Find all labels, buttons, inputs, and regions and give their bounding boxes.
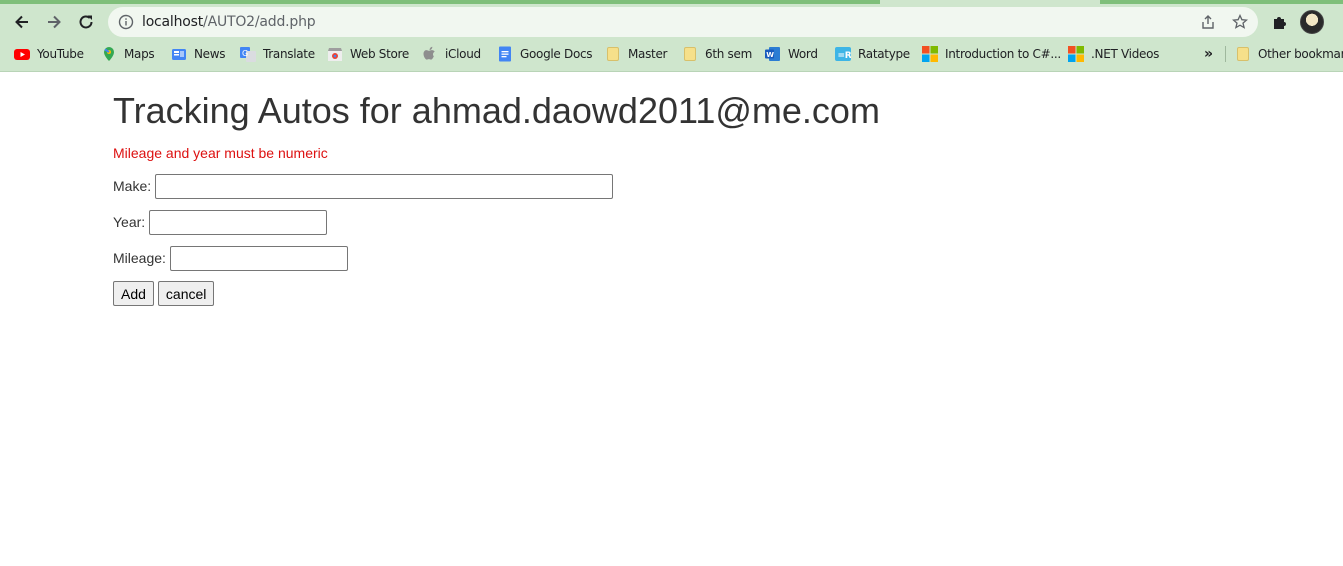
mileage-label: Mileage: bbox=[113, 250, 166, 266]
error-message: Mileage and year must be numeric bbox=[113, 145, 328, 161]
apple-icon bbox=[422, 46, 438, 62]
bookmark-label: Introduction to C#... bbox=[945, 47, 1061, 61]
toolbar: localhost/AUTO2/add.php bbox=[0, 4, 1343, 40]
bookmark-label: Web Store bbox=[350, 47, 409, 61]
make-label: Make: bbox=[113, 178, 152, 194]
bookmark-ratatype[interactable]: =R Ratatype bbox=[835, 44, 910, 64]
bookmark-label: Translate bbox=[263, 47, 315, 61]
url-host: localhost bbox=[142, 14, 204, 30]
bookmark-folder-master[interactable]: Master bbox=[605, 44, 667, 64]
page-title: Tracking Autos for ahmad.daowd2011@me.co… bbox=[113, 90, 880, 131]
bookmark-label: Word bbox=[788, 47, 818, 61]
back-button[interactable] bbox=[8, 8, 36, 36]
profile-avatar[interactable] bbox=[1300, 10, 1324, 34]
youtube-icon bbox=[14, 46, 30, 62]
overflow-chevron-icon: » bbox=[1204, 46, 1213, 62]
bookmark-icloud[interactable]: iCloud bbox=[422, 44, 481, 64]
make-input[interactable] bbox=[155, 173, 614, 199]
web-store-icon bbox=[327, 46, 343, 62]
bookmark-label: 6th sem bbox=[705, 47, 752, 61]
puzzle-icon bbox=[1274, 17, 1286, 29]
translate-icon: G bbox=[240, 46, 256, 62]
ratatype-icon: =R bbox=[835, 46, 852, 62]
folder-icon bbox=[1235, 46, 1251, 62]
bookmark-folder-6th-sem[interactable]: 6th sem bbox=[682, 44, 752, 64]
maps-icon bbox=[101, 46, 117, 62]
bookmark-label: Master bbox=[628, 47, 668, 61]
back-arrow-icon bbox=[15, 15, 28, 29]
url-path: /AUTO2/add.php bbox=[203, 14, 316, 30]
folder-icon bbox=[605, 46, 621, 62]
bookmark-word[interactable]: W Word bbox=[765, 44, 818, 64]
bookmark-label: .NET Videos bbox=[1091, 47, 1160, 61]
bookmark-label: Other bookmarks bbox=[1258, 47, 1343, 61]
microsoft-icon bbox=[922, 46, 938, 62]
other-bookmarks-folder[interactable]: Other bookmarks bbox=[1235, 44, 1343, 64]
forward-button[interactable] bbox=[40, 8, 68, 36]
folder-icon bbox=[682, 46, 698, 62]
site-info-icon[interactable] bbox=[118, 14, 134, 30]
bookmark-label: iCloud bbox=[445, 47, 481, 61]
browser-chrome: localhost/AUTO2/add.php YouTube Maps New… bbox=[0, 0, 1343, 72]
bookmarks-bar: YouTube Maps News G Translate Web Store … bbox=[0, 40, 1343, 68]
svg-text:=R: =R bbox=[838, 51, 852, 61]
mileage-input[interactable] bbox=[169, 245, 348, 271]
bookmarks-overflow-button[interactable]: » bbox=[1204, 44, 1213, 64]
bookmark-intro-csharp[interactable]: Introduction to C#... bbox=[922, 44, 1061, 64]
year-row: Year: bbox=[113, 209, 328, 235]
share-icon[interactable] bbox=[1200, 14, 1216, 30]
bookmarks-separator bbox=[1225, 46, 1226, 62]
mileage-row: Mileage: bbox=[113, 245, 348, 271]
bookmark-label: Ratatype bbox=[858, 47, 910, 61]
bookmark-translate[interactable]: G Translate bbox=[240, 44, 315, 64]
bookmark-google-docs[interactable]: Google Docs bbox=[497, 44, 593, 64]
word-icon: W bbox=[765, 46, 781, 62]
forward-arrow-icon bbox=[48, 15, 61, 29]
url-text: localhost/AUTO2/add.php bbox=[142, 14, 316, 30]
bookmark-label: YouTube bbox=[37, 47, 84, 61]
year-label: Year: bbox=[113, 214, 146, 230]
address-bar[interactable]: localhost/AUTO2/add.php bbox=[108, 7, 1258, 37]
bookmark-news[interactable]: News bbox=[171, 44, 226, 64]
extensions-button[interactable] bbox=[1266, 8, 1294, 36]
bookmark-label: News bbox=[194, 47, 226, 61]
microsoft-icon bbox=[1068, 46, 1084, 62]
bookmark-net-videos[interactable]: .NET Videos bbox=[1068, 44, 1159, 64]
bookmark-web-store[interactable]: Web Store bbox=[327, 44, 409, 64]
svg-text:W: W bbox=[766, 51, 774, 59]
form-buttons: Add cancel bbox=[113, 281, 215, 306]
bookmark-label: Maps bbox=[124, 47, 155, 61]
news-icon bbox=[171, 46, 187, 62]
year-input[interactable] bbox=[149, 209, 328, 235]
bookmark-maps[interactable]: Maps bbox=[101, 44, 155, 64]
make-row: Make: bbox=[113, 173, 614, 199]
add-button[interactable]: Add bbox=[113, 281, 154, 306]
cancel-button[interactable]: cancel bbox=[157, 281, 215, 306]
docs-icon bbox=[497, 46, 513, 62]
svg-text:G: G bbox=[242, 49, 248, 58]
bookmark-label: Google Docs bbox=[520, 47, 593, 61]
reload-button[interactable] bbox=[72, 8, 100, 36]
bookmark-star-icon[interactable] bbox=[1232, 14, 1248, 30]
bookmark-youtube[interactable]: YouTube bbox=[14, 44, 84, 64]
reload-icon bbox=[79, 15, 93, 29]
